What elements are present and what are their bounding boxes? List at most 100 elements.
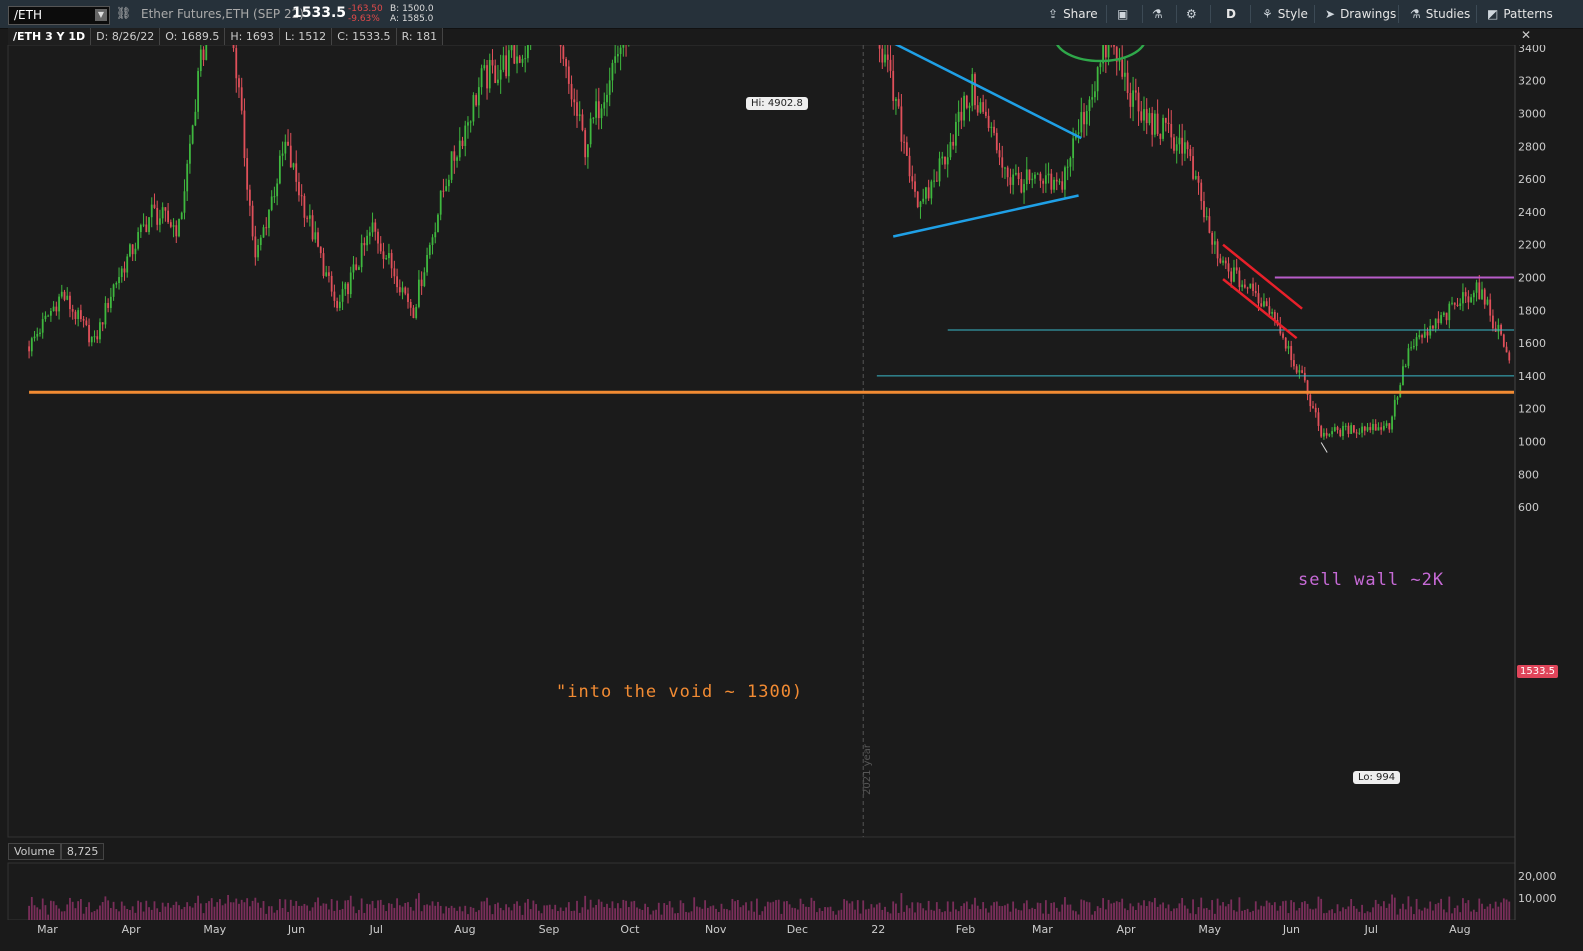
volume-bar [1017, 909, 1020, 920]
volume-bar [1432, 910, 1434, 920]
volume-bar [347, 900, 349, 920]
candle-body [1284, 337, 1287, 349]
candle-body [1061, 181, 1064, 190]
candle-body [1230, 271, 1233, 282]
candle-body [1023, 184, 1025, 193]
link-icon[interactable]: ⛓ [116, 6, 131, 20]
share-button[interactable]: ⇪ Share [1048, 6, 1098, 22]
candle-body [1064, 167, 1066, 190]
volume-bar [682, 903, 685, 920]
volume-bar [401, 906, 404, 920]
candle-body [82, 319, 85, 321]
chart-symbol-period[interactable]: /ETH 3 Y 1D [8, 28, 92, 45]
candle-body [199, 49, 202, 72]
candle-body [1344, 425, 1347, 427]
volume-bar [878, 902, 881, 920]
candle-body [905, 142, 908, 156]
candle-body [1445, 312, 1448, 321]
candle-body [265, 227, 268, 229]
volume-bar [1129, 903, 1132, 920]
candle-body [284, 141, 287, 154]
volume-bar [243, 902, 246, 920]
volume-bar [690, 911, 693, 920]
candle-body [524, 58, 527, 60]
volume-bar [278, 899, 281, 920]
thinkscript-button[interactable]: ⚗ [1152, 6, 1168, 22]
drawings-button[interactable]: ➤ Drawings [1325, 6, 1396, 22]
volume-bar [1293, 902, 1295, 920]
candle-body [355, 264, 358, 270]
gear-icon: ⚙ [1186, 7, 1197, 21]
price-chart[interactable]: 5200500048004600440042004000380036003400… [0, 45, 1583, 920]
volume-bar [1183, 905, 1186, 920]
volume-bar [513, 903, 516, 920]
volume-bar [543, 905, 546, 920]
candle-body [949, 141, 952, 158]
candle-body [382, 251, 385, 259]
volume-bar [412, 910, 415, 920]
volume-bar [1053, 902, 1055, 920]
patterns-button[interactable]: ◩ Patterns [1487, 6, 1553, 22]
volume-bar [807, 907, 810, 920]
candle-body [191, 125, 194, 144]
volume-bar [1203, 908, 1205, 920]
volume-bar [224, 903, 227, 920]
volume-bar [1175, 908, 1178, 920]
volume-bar [1102, 898, 1105, 920]
crosshair-icon[interactable]: ✕ [1521, 28, 1531, 42]
month-tick-label: Jun [1282, 923, 1301, 936]
volume-bar [875, 904, 878, 920]
volume-bar [949, 911, 952, 920]
candle-body [314, 232, 317, 240]
studies-button[interactable]: ⚗ Studies [1410, 6, 1470, 22]
candle-body [1072, 138, 1075, 159]
volume-bar [1230, 899, 1233, 920]
volume-bar [1257, 909, 1260, 920]
candle-body [235, 48, 238, 79]
volume-bar [698, 907, 701, 920]
volume-bar [1243, 909, 1246, 920]
volume-bar [592, 907, 595, 920]
flexible-grid-button[interactable]: ▣ [1117, 6, 1133, 22]
price-tick-label: 1400 [1518, 370, 1546, 383]
volume-bar [1497, 906, 1500, 920]
symbol-text: /ETH [14, 8, 42, 22]
candle-body [1140, 111, 1143, 121]
candle-body [922, 198, 925, 202]
volume-bar [1222, 902, 1224, 920]
symbol-input[interactable]: /ETH ▼ [8, 6, 110, 25]
volume-bar [145, 900, 148, 920]
style-button[interactable]: ⚘ Style [1262, 6, 1308, 22]
settings-button[interactable]: ⚙ [1186, 6, 1202, 22]
candle-body [559, 45, 562, 47]
candle-body [587, 144, 589, 158]
volume-bar [791, 907, 794, 920]
volume-bar [865, 909, 867, 920]
volume-bar [925, 910, 927, 920]
volume-bar [1361, 904, 1363, 920]
candle-body [1014, 172, 1017, 175]
aggregation-button[interactable]: D [1226, 6, 1236, 22]
candle-body [183, 191, 186, 213]
price-pane [7, 45, 1516, 838]
candle-body [1265, 301, 1268, 307]
candle-body [268, 209, 270, 228]
volume-bar [41, 898, 44, 920]
candle-body [1200, 182, 1203, 202]
volume-bar [567, 902, 570, 920]
volume-bar [472, 907, 475, 920]
candle-body [251, 205, 254, 237]
candle-body [595, 101, 597, 118]
volume-bar [189, 906, 191, 920]
candle-body [407, 293, 409, 302]
chevron-down-icon[interactable]: ▼ [95, 9, 107, 21]
candle-body [1459, 303, 1462, 307]
candle-body [368, 232, 371, 236]
volume-bar [1159, 904, 1162, 920]
candle-body [349, 272, 352, 295]
candle-body [126, 256, 129, 273]
candle-body [472, 95, 475, 122]
volume-bar [747, 910, 750, 920]
time-axis: Mar Apr May Jun Jul Aug Sep Oct Nov Dec 22 Feb Mar Ap… [0, 920, 1583, 951]
volume-bar [1014, 908, 1017, 920]
